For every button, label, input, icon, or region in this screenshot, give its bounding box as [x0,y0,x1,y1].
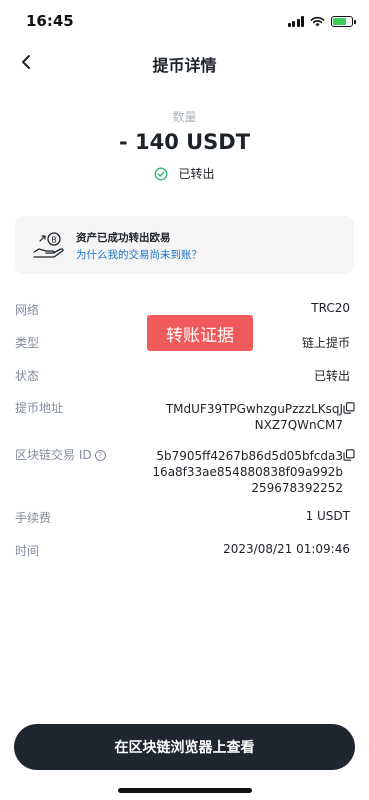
hand-coin-icon: B [33,232,64,258]
time-value: 2023/08/21 01:09:46 [223,542,350,556]
page-title: 提币详情 [152,56,217,75]
help-icon[interactable]: ? [94,450,106,461]
state-label: 状态 [15,369,40,383]
network-value: TRC20 [311,301,350,315]
home-indicator [118,788,252,793]
address-label: 提币地址 [15,401,64,415]
txid-label-text: 区块链交易 ID [15,448,92,462]
txid-label: 区块链交易 ID? [15,446,106,463]
fee-label: 手续费 [15,511,52,525]
check-circle-icon [155,167,168,180]
battery-icon [331,15,356,27]
view-on-explorer-button[interactable]: 在区块链浏览器上查看 [14,724,355,770]
watermark-label: 转账证据 [147,315,253,351]
status-time: 16:45 [26,12,74,30]
network-label: 网络 [15,303,40,317]
type-value: 链上提币 [301,336,350,350]
time-label: 时间 [15,544,40,558]
status-icons [287,14,356,28]
withdraw-address-value: TMdUF39TPGwhzguPzzzLKsqJ NXZ7QWnCM7 [165,402,343,432]
signal-icon [287,15,304,27]
type-label: 类型 [15,336,40,350]
svg-text:B: B [51,236,57,245]
fee-value: 1 USDT [305,509,350,523]
txid-value: 5b7905ff4267b86d5d05bfcda3 16a8f33ae8548… [152,449,343,495]
amount-label: 数量 [172,110,197,124]
transfer-status-text: 已转出 [178,167,215,181]
nav-header: 提币详情 [0,44,369,80]
transfer-status: 已转出 [0,165,369,182]
amount-value: - 140 USDT [118,130,251,154]
copy-address-icon[interactable] [343,402,355,414]
copy-txid-icon[interactable] [343,449,355,461]
notice-card: B 资产已成功转出欧易 为什么我的交易尚未到账？ [15,216,354,274]
why-not-arrived-link[interactable]: 为什么我的交易尚未到账？ [76,247,202,262]
state-value: 已转出 [313,369,350,383]
wifi-icon [310,16,325,26]
notice-title: 资产已成功转出欧易 [76,232,171,244]
status-bar: 16:45 [0,0,369,44]
